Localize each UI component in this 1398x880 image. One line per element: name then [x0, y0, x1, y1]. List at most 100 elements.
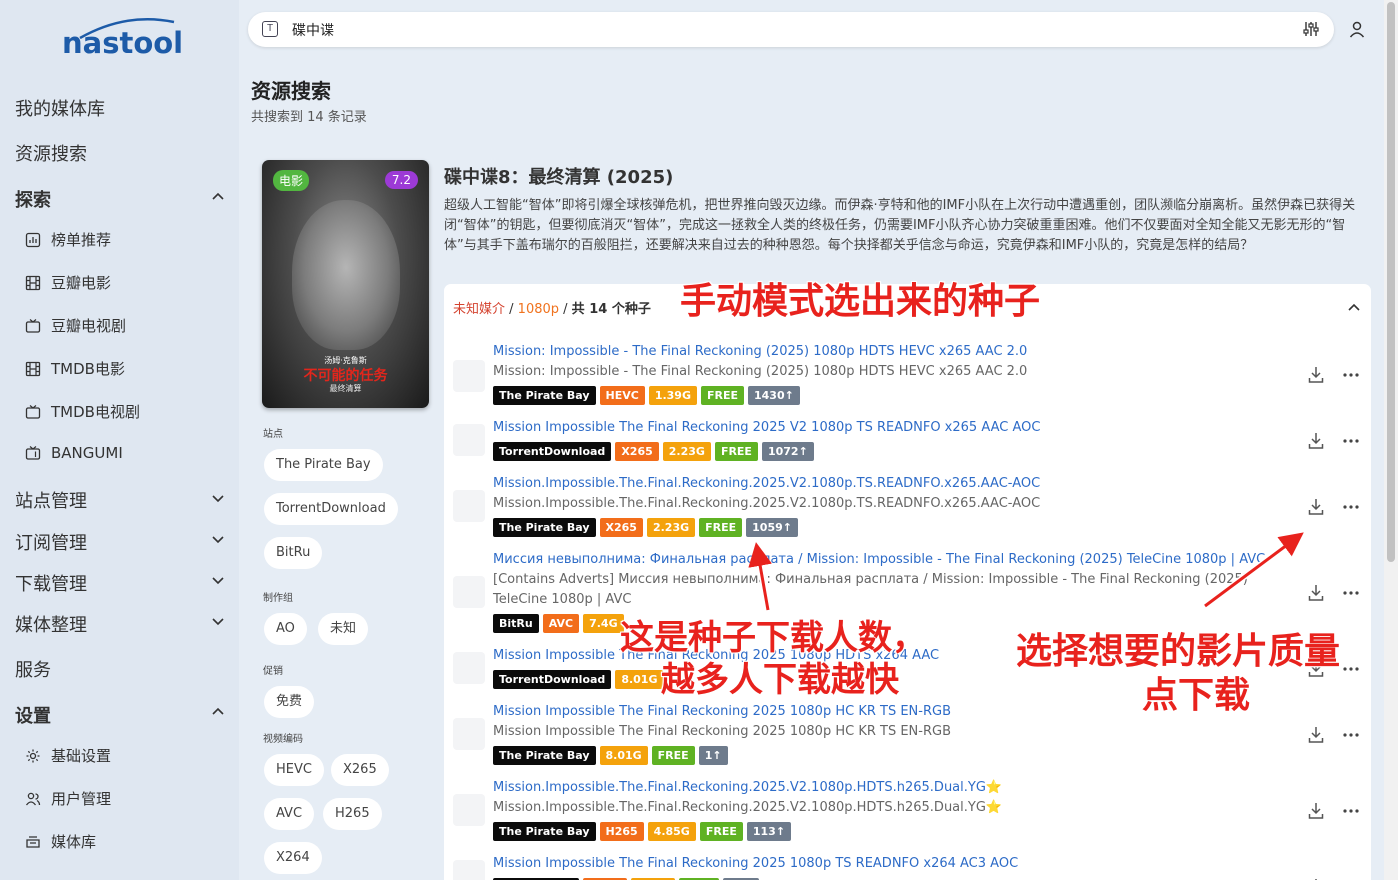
- torrent-thumb: [453, 860, 485, 880]
- more-icon[interactable]: [1342, 504, 1360, 510]
- film-icon: [24, 360, 42, 378]
- seeders-badge: 1430↑: [748, 386, 800, 405]
- filter-promo-chip[interactable]: 免费: [264, 686, 315, 718]
- nav-subscribe-manage[interactable]: 订阅管理: [15, 529, 87, 555]
- more-icon[interactable]: [1342, 590, 1360, 596]
- filter-site-chip[interactable]: The Pirate Bay: [264, 449, 383, 481]
- nav-basic-settings[interactable]: 基础设置: [24, 745, 111, 766]
- nav-media-library[interactable]: 我的媒体库: [15, 95, 105, 121]
- torrent-title[interactable]: Mission.Impossible.The.Final.Reckoning.2…: [493, 780, 1002, 795]
- nav-site-manage[interactable]: 站点管理: [15, 487, 87, 513]
- nav-chart[interactable]: 榜单推荐: [24, 229, 111, 250]
- torrent-title[interactable]: Mission Impossible The Final Reckoning 2…: [493, 420, 1040, 435]
- codec-badge: AVC: [542, 614, 580, 633]
- nav-user-manage[interactable]: 用户管理: [24, 788, 111, 809]
- torrent-title[interactable]: Mission.Impossible.The.Final.Reckoning.2…: [493, 476, 1040, 491]
- more-icon[interactable]: [1342, 808, 1360, 814]
- filter-codec-chip[interactable]: X264: [264, 842, 322, 874]
- site-badge: The Pirate Bay: [493, 822, 596, 841]
- nav-douban-movie[interactable]: 豆瓣电影: [24, 272, 111, 293]
- tv-icon: [24, 444, 42, 462]
- text-search-icon: T: [262, 21, 278, 37]
- chart-icon: [24, 231, 42, 249]
- user-icon[interactable]: [1348, 20, 1366, 38]
- codec-badge: HEVC: [599, 386, 645, 405]
- download-icon[interactable]: [1308, 584, 1324, 602]
- chevron-down-icon[interactable]: [210, 613, 226, 629]
- chevron-down-icon[interactable]: [210, 490, 226, 506]
- nav-tmdb-movie[interactable]: TMDB电影: [24, 358, 125, 379]
- torrent-title[interactable]: Mission: Impossible - The Final Reckonin…: [493, 344, 1027, 359]
- filter-codec-chip[interactable]: HEVC: [264, 754, 324, 786]
- size-badge: 7.4G: [583, 614, 624, 633]
- filter-codec-chip[interactable]: X265: [331, 754, 389, 786]
- scrollbar-thumb[interactable]: [1387, 2, 1395, 562]
- site-badge: The Pirate Bay: [493, 746, 596, 765]
- chevron-down-icon[interactable]: [210, 572, 226, 588]
- chevron-up-icon[interactable]: [1346, 300, 1362, 316]
- media-type-badge: 电影: [273, 170, 310, 191]
- download-icon[interactable]: [1308, 726, 1324, 744]
- nav-media-organize[interactable]: 媒体整理: [15, 611, 87, 637]
- size-badge: 1.39G: [648, 386, 697, 405]
- nav-settings[interactable]: 设置: [15, 702, 51, 728]
- download-icon[interactable]: [1308, 802, 1324, 820]
- torrent-thumb: [453, 794, 485, 826]
- nav-chart-label: 榜单推荐: [51, 231, 112, 249]
- scrollbar[interactable]: [1384, 0, 1398, 880]
- logo[interactable]: nastool: [62, 26, 183, 60]
- download-icon[interactable]: [1308, 366, 1324, 384]
- download-icon[interactable]: [1308, 432, 1324, 450]
- chevron-up-icon[interactable]: [210, 704, 226, 720]
- size-badge: 8.01G: [615, 670, 664, 689]
- movie-poster[interactable]: 电影 7.2 汤姆·克鲁斯 不可能的任务 最终清算: [262, 160, 429, 408]
- more-icon[interactable]: [1342, 438, 1360, 444]
- nav-resource-search[interactable]: 资源搜索: [15, 140, 87, 166]
- torrent-thumb: [453, 652, 485, 684]
- nav-library-settings[interactable]: 媒体库: [24, 831, 96, 852]
- torrent-group-card: 未知媒介 / 1080p / 共 14 个种子 Mission: Impossi…: [444, 284, 1371, 880]
- nav-service[interactable]: 服务: [15, 656, 51, 682]
- chevron-up-icon[interactable]: [210, 189, 226, 205]
- torrent-title[interactable]: Mission Impossible The Final Reckoning 2…: [493, 704, 951, 719]
- filter-codec-chip[interactable]: H265: [323, 798, 382, 830]
- filter-site-label: 站点: [263, 429, 283, 440]
- nav-basic-settings-label: 基础设置: [51, 747, 112, 765]
- nav-bangumi[interactable]: BANGUMI: [24, 444, 123, 462]
- search-bar[interactable]: T 碟中谍: [248, 12, 1334, 47]
- torrent-group-header[interactable]: 未知媒介 / 1080p / 共 14 个种子: [453, 298, 651, 317]
- rating-badge: 7.2: [384, 171, 418, 189]
- torrent-title[interactable]: Миссия невыполнима: Финальная расплата /…: [493, 552, 1265, 567]
- chevron-down-icon[interactable]: [210, 531, 226, 547]
- download-icon[interactable]: [1308, 498, 1324, 516]
- gear-icon: [24, 747, 42, 765]
- group-media: 未知媒介: [453, 302, 506, 317]
- filter-group-chip[interactable]: 未知: [318, 613, 369, 645]
- more-icon[interactable]: [1342, 732, 1360, 738]
- nav-explore[interactable]: 探索: [15, 186, 51, 212]
- more-icon[interactable]: [1342, 372, 1360, 378]
- size-badge: 4.85G: [647, 822, 696, 841]
- nav-douban-tv[interactable]: 豆瓣电视剧: [24, 315, 126, 336]
- filter-codec-chip[interactable]: AVC: [264, 798, 315, 830]
- torrent-subtitle: Mission Impossible The Final Reckoning 2…: [493, 724, 951, 739]
- torrent-thumb: [453, 424, 485, 456]
- search-input[interactable]: 碟中谍: [292, 20, 334, 40]
- movie-description: 超级人工智能“智体”即将引爆全球核弹危机，把世界推向毁灭边缘。而伊森·亨特和他的…: [444, 198, 1356, 253]
- more-icon[interactable]: [1342, 666, 1360, 672]
- filter-settings-icon[interactable]: [1302, 20, 1320, 38]
- site-badge: TorrentDownload: [493, 442, 612, 461]
- filter-site-chip[interactable]: TorrentDownload: [264, 493, 398, 525]
- torrent-title[interactable]: Mission Impossible The Final Reckoning 2…: [493, 856, 1018, 871]
- filter-site-chip[interactable]: BitRu: [264, 537, 323, 569]
- library-icon: [24, 833, 42, 851]
- promo-badge: FREE: [651, 746, 695, 765]
- annotation-manual-torrents: 手动模式选出来的种子: [680, 281, 1041, 322]
- filter-group-chip[interactable]: AO: [264, 613, 307, 645]
- nav-tmdb-tv[interactable]: TMDB电视剧: [24, 401, 140, 422]
- seeders-badge: 113↑: [746, 822, 792, 841]
- movie-title: 碟中谍8：最终清算 (2025): [444, 167, 674, 188]
- users-icon: [24, 790, 42, 808]
- torrent-row: Mission Impossible The Final Reckoning 2…: [444, 418, 1371, 464]
- nav-download-manage[interactable]: 下载管理: [15, 570, 87, 596]
